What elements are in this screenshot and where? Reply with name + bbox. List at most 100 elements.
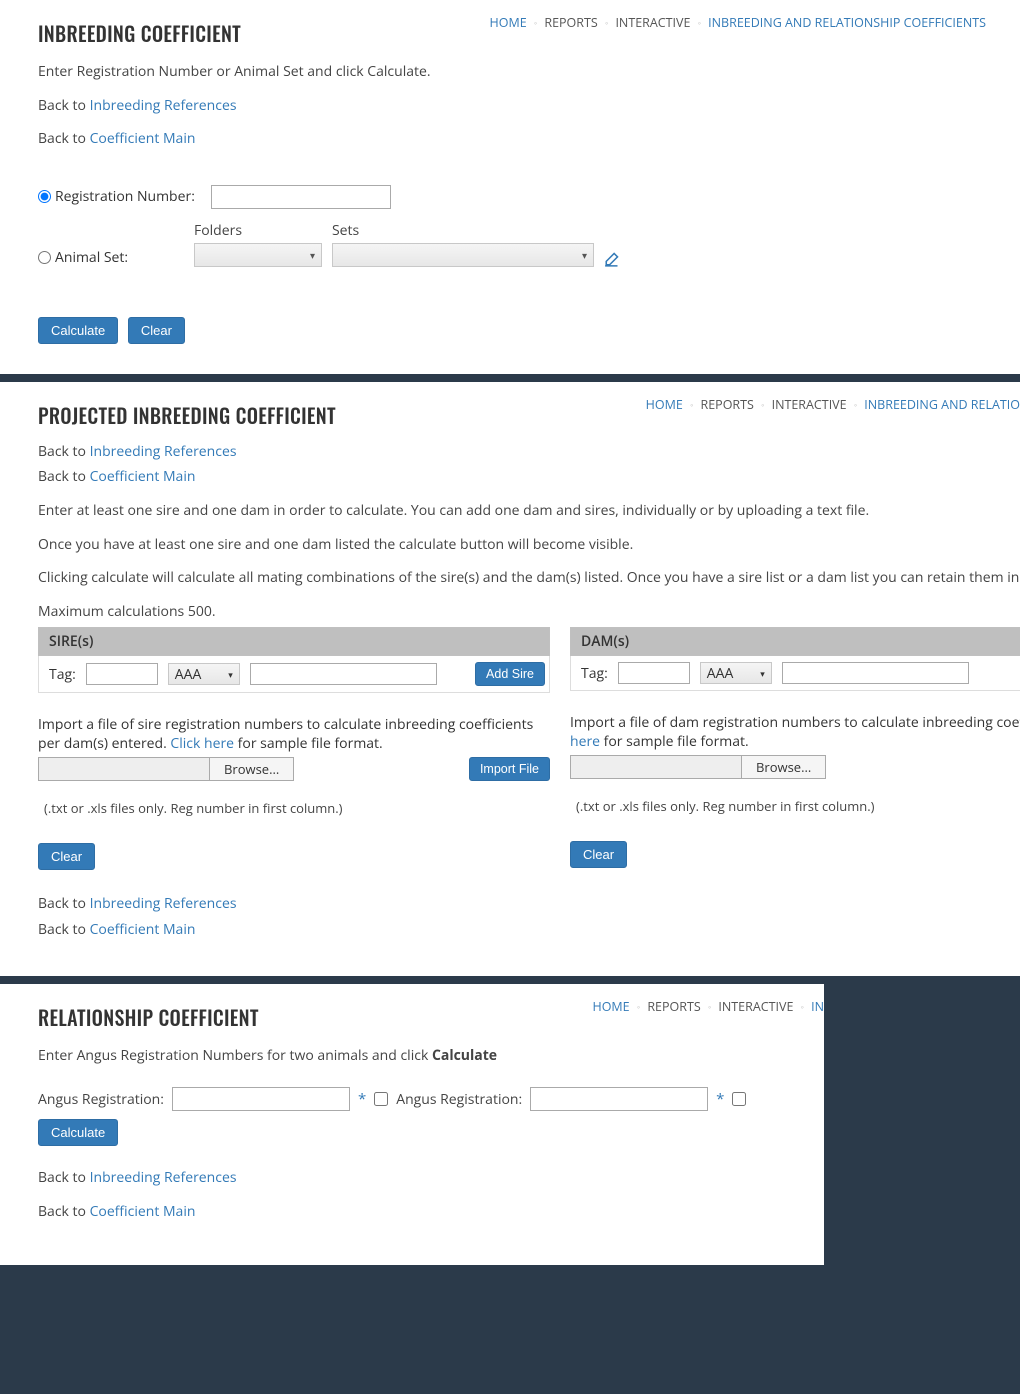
angus-reg-input-1[interactable] <box>172 1087 350 1111</box>
sire-browse-row: Browse... Import File <box>38 757 550 781</box>
dam-tag-input[interactable] <box>618 662 690 684</box>
breadcrumb-sep: ◦ <box>690 398 693 411</box>
radio-row-animal-set: Animal Set: Folders ▾ Sets ▾ <box>38 221 990 267</box>
link-coefficient-main[interactable]: Coefficient Main <box>90 129 196 148</box>
breadcrumb-sep: ◦ <box>761 398 764 411</box>
sire-import-text-b: for sample file format. <box>234 734 383 753</box>
dam-clear-button[interactable]: Clear <box>570 841 627 868</box>
link-sample-file-sire[interactable]: Click here <box>170 734 234 753</box>
back-prefix: Back to <box>38 920 90 939</box>
sets-label: Sets <box>332 221 594 240</box>
intro-text: Enter Angus Registration Numbers for two… <box>38 1046 794 1066</box>
dam-browse-row: Browse... <box>570 755 1020 779</box>
tag-label: Tag: <box>581 664 608 683</box>
add-sire-button[interactable]: Add Sire <box>475 662 545 686</box>
panel-relationship-coefficient: HOME ◦ REPORTS ◦ INTERACTIVE ◦ IN RELATI… <box>0 984 824 1266</box>
breadcrumb-sep: ◦ <box>605 16 608 29</box>
edit-sets-icon[interactable] <box>604 249 622 267</box>
breadcrumb-sep: ◦ <box>637 1000 640 1013</box>
sire-tag-row: Tag: AAA ▾ Add Sire <box>38 656 550 693</box>
panel-projected-inbreeding: HOME ◦ REPORTS ◦ INTERACTIVE ◦ INBREEDIN… <box>0 382 1020 976</box>
breadcrumb-interactive[interactable]: INTERACTIVE <box>768 396 851 413</box>
link-coefficient-main[interactable]: Coefficient Main <box>90 1202 196 1221</box>
breadcrumb-reports[interactable]: REPORTS <box>697 396 758 413</box>
radio-label-animal-set[interactable]: Animal Set: <box>38 248 178 267</box>
assoc-value: AAA <box>175 665 202 684</box>
back-prefix: Back to <box>38 1202 90 1221</box>
intro-text: Enter Registration Number or Animal Set … <box>38 62 990 82</box>
dam-assoc-select[interactable]: AAA ▾ <box>700 662 772 684</box>
back-link-row: Back to Coefficient Main <box>38 129 990 149</box>
dam-file-path[interactable] <box>570 755 742 779</box>
back-prefix: Back to <box>38 1168 90 1187</box>
radio-label-registration[interactable]: Registration Number: <box>38 187 195 206</box>
sire-assoc-select[interactable]: AAA ▾ <box>168 663 240 685</box>
dam-import-text-b: for sample file format. <box>600 732 749 751</box>
sire-file-note: (.txt or .xls files only. Reg number in … <box>44 799 550 817</box>
angus-label-2: Angus Registration: <box>396 1090 522 1109</box>
breadcrumb-home[interactable]: HOME <box>588 998 633 1015</box>
angus-reg-input-2[interactable] <box>530 1087 708 1111</box>
registration-number-input[interactable] <box>211 185 391 209</box>
breadcrumb-sep: ◦ <box>854 398 857 411</box>
sire-clear-button[interactable]: Clear <box>38 843 95 870</box>
breadcrumb-current[interactable]: INBREEDING AND RELATIONSHIP COEFFICIENTS <box>704 14 990 31</box>
dam-tag-row: Tag: AAA ▾ <box>570 656 1020 691</box>
folders-select[interactable]: ▾ <box>194 243 322 267</box>
link-coefficient-main[interactable]: Coefficient Main <box>90 920 196 939</box>
sire-dam-columns: SIRE(s) Tag: AAA ▾ Add Sire Import a fil… <box>38 627 990 870</box>
sire-header: SIRE(s) <box>38 627 550 656</box>
radio-row-registration: Registration Number: <box>38 185 990 209</box>
breadcrumb-reports[interactable]: REPORTS <box>540 14 601 31</box>
chevron-down-icon: ▾ <box>228 668 233 681</box>
back-prefix: Back to <box>38 467 90 486</box>
sire-reg-input[interactable] <box>250 663 437 685</box>
back-prefix: Back to <box>38 129 90 148</box>
radio-registration-number[interactable] <box>38 190 51 203</box>
sire-file-path[interactable] <box>38 757 210 781</box>
dam-reg-input[interactable] <box>782 662 969 684</box>
radio-animal-set[interactable] <box>38 251 51 264</box>
angus-checkbox-2[interactable] <box>732 1092 746 1106</box>
angus-registration-row: Angus Registration: * Angus Registration… <box>38 1087 794 1146</box>
link-inbreeding-references[interactable]: Inbreeding References <box>90 96 237 115</box>
calculate-button[interactable]: Calculate <box>38 1119 118 1146</box>
sire-import-file-button[interactable]: Import File <box>469 757 550 781</box>
dam-import-text: Import a file of dam registration number… <box>570 713 1020 732</box>
breadcrumb-reports[interactable]: REPORTS <box>643 998 704 1015</box>
angus-checkbox-1[interactable] <box>374 1092 388 1106</box>
sets-select[interactable]: ▾ <box>332 243 594 267</box>
breadcrumb-interactive[interactable]: INTERACTIVE <box>611 14 694 31</box>
angus-label-1: Angus Registration: <box>38 1090 164 1109</box>
folders-col: Folders ▾ <box>194 221 322 267</box>
instruction-4: Maximum calculations 500. <box>38 602 990 622</box>
link-coefficient-main[interactable]: Coefficient Main <box>90 467 196 486</box>
breadcrumb-current[interactable]: INBREEDING AND RELATIO <box>860 396 1020 413</box>
back-link-row: Back to Inbreeding References <box>38 96 990 116</box>
back-links-top: Back to Inbreeding References Back to Co… <box>38 442 990 487</box>
sire-tag-input[interactable] <box>86 663 158 685</box>
folders-sets-wrap: Folders ▾ Sets ▾ <box>194 221 622 267</box>
required-star: * <box>716 1089 724 1109</box>
link-inbreeding-references[interactable]: Inbreeding References <box>90 894 237 913</box>
breadcrumb-home[interactable]: HOME <box>642 396 687 413</box>
link-inbreeding-references[interactable]: Inbreeding References <box>90 442 237 461</box>
clear-button[interactable]: Clear <box>128 317 185 344</box>
chevron-down-icon: ▾ <box>582 248 587 262</box>
breadcrumb-current[interactable]: IN <box>807 998 824 1015</box>
sire-browse-button[interactable]: Browse... <box>210 757 294 781</box>
instruction-1: Enter at least one sire and one dam in o… <box>38 501 990 521</box>
back-prefix: Back to <box>38 96 90 115</box>
breadcrumb: HOME ◦ REPORTS ◦ INTERACTIVE ◦ IN <box>588 998 824 1015</box>
breadcrumb-sep: ◦ <box>698 16 701 29</box>
assoc-value: AAA <box>707 664 734 683</box>
dam-browse-button[interactable]: Browse... <box>742 755 826 779</box>
breadcrumb-home[interactable]: HOME <box>486 14 531 31</box>
calculate-button[interactable]: Calculate <box>38 317 118 344</box>
link-inbreeding-references[interactable]: Inbreeding References <box>90 1168 237 1187</box>
button-row: Calculate Clear <box>38 317 990 344</box>
dam-header: DAM(s) <box>570 627 1020 656</box>
tag-label: Tag: <box>49 665 76 684</box>
breadcrumb-interactive[interactable]: INTERACTIVE <box>714 998 797 1015</box>
breadcrumb: HOME ◦ REPORTS ◦ INTERACTIVE ◦ INBREEDIN… <box>642 396 1020 413</box>
